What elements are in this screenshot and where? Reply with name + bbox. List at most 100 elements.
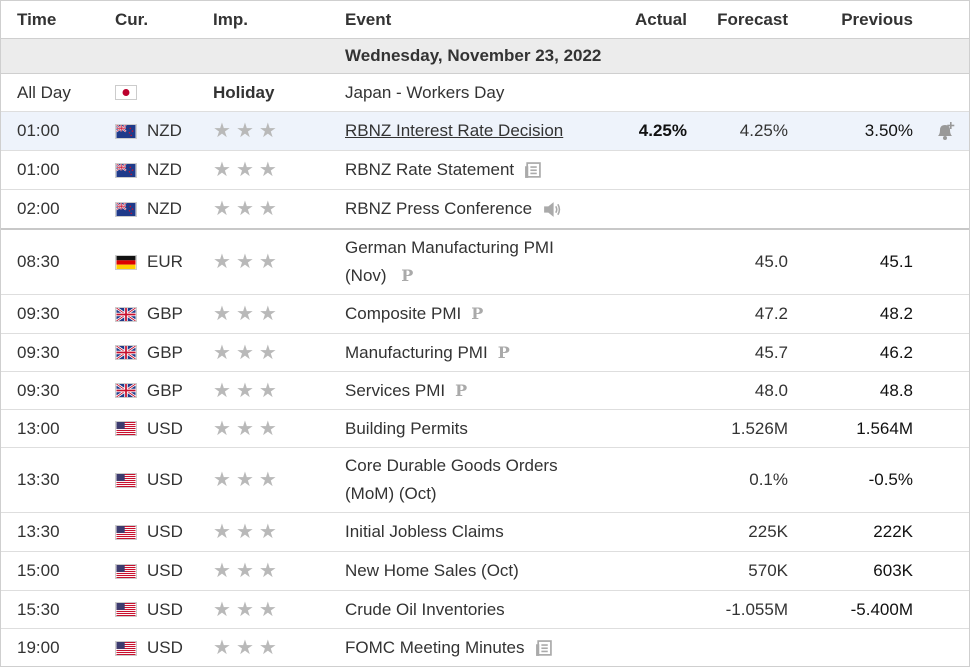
table-row[interactable]: 13:30 USD ★ ★ ★ Initial Jobless Claims 225…: [1, 513, 969, 552]
usa-flag-icon: [115, 472, 137, 488]
event-name-line2[interactable]: (MoM) (Oct): [345, 480, 615, 508]
preliminary-icon: P: [401, 266, 414, 285]
importance-stars: ★ ★ ★: [213, 112, 277, 150]
event-name[interactable]: FOMC Meeting Minutes: [345, 634, 525, 662]
event-time: 15:30: [17, 599, 60, 619]
star-icon: ★: [258, 379, 277, 402]
event-name[interactable]: Manufacturing PMI: [345, 339, 488, 367]
star-icon: ★: [213, 521, 231, 543]
holiday-row[interactable]: All Day Holiday Japan - Workers Day: [1, 74, 969, 112]
currency-code: NZD: [147, 160, 182, 179]
forecast-value: 47.2: [754, 304, 788, 323]
forecast-value: 4.25%: [739, 121, 788, 140]
star-icon: ★: [213, 341, 231, 364]
star-icon: ★: [235, 598, 254, 621]
importance-stars: ★ ★ ★: [213, 448, 277, 512]
previous-value: 603K: [873, 561, 913, 580]
event-name[interactable]: German Manufacturing PMI: [345, 234, 615, 262]
previous-value: -5.400M: [850, 599, 913, 619]
currency-code: GBP: [147, 380, 183, 400]
event-name[interactable]: Core Durable Goods Orders: [345, 452, 615, 480]
table-row[interactable]: 01:00 NZD ★ ★ ★ RBNZ Rate Statement: [1, 151, 969, 190]
report-icon: [535, 640, 552, 657]
table-row[interactable]: 02:00 NZD ★ ★ ★ RBNZ Press Conference: [1, 190, 969, 230]
star-icon: ★: [258, 251, 277, 273]
table-row[interactable]: 09:30 GBP ★ ★ ★ Services PMI P 48.0 48.8: [1, 372, 969, 410]
importance-stars: ★ ★ ★: [213, 295, 277, 333]
star-icon: ★: [235, 560, 254, 582]
star-icon: ★: [258, 120, 277, 142]
star-icon: ★: [213, 379, 231, 402]
currency-code: NZD: [147, 121, 182, 140]
event-cell: Services PMI P: [345, 372, 615, 409]
speaker-icon: [542, 201, 561, 218]
holiday-label: Holiday: [213, 82, 275, 102]
table-row[interactable]: 15:30 USD ★ ★ ★ Crude Oil Inventories -1.0…: [1, 591, 969, 629]
previous-value: 45.1: [879, 252, 913, 271]
header-currency[interactable]: Cur.: [115, 1, 148, 38]
alert-cell[interactable]: [931, 112, 961, 150]
currency-cell: NZD: [115, 112, 182, 150]
event-name[interactable]: Services PMI: [345, 377, 445, 405]
event-time: 01:00: [17, 160, 60, 179]
header-previous[interactable]: Previous: [801, 1, 913, 38]
star-icon: ★: [258, 560, 277, 582]
star-icon: ★: [213, 303, 231, 325]
uk-flag-icon: [115, 383, 137, 398]
importance-stars: ★ ★ ★: [213, 230, 277, 294]
usa-flag-icon: [115, 640, 137, 656]
preliminary-icon: P: [455, 380, 468, 400]
event-name[interactable]: RBNZ Rate Statement: [345, 156, 514, 184]
table-row[interactable]: 13:00 USD ★ ★ ★ Building Permits 1.526M 1.…: [1, 410, 969, 448]
event-time: 02:00: [17, 199, 60, 218]
forecast-value: 0.1%: [749, 470, 788, 489]
event-time: 15:00: [17, 561, 60, 580]
header-time[interactable]: Time: [17, 1, 56, 38]
currency-cell: NZD: [115, 190, 182, 228]
currency-cell: USD: [115, 629, 183, 667]
event-name[interactable]: Composite PMI: [345, 300, 461, 328]
importance-stars: ★ ★ ★: [213, 372, 277, 409]
currency-code: GBP: [147, 342, 183, 362]
forecast-value: 570K: [748, 561, 788, 580]
star-icon: ★: [213, 637, 231, 659]
event-name-line2[interactable]: (Nov): [345, 266, 387, 285]
table-row[interactable]: 13:30 USD ★ ★ ★ Core Durable Goods Orders …: [1, 448, 969, 513]
table-row[interactable]: 08:30 EUR ★ ★ ★ German Manufacturing PMI (…: [1, 230, 969, 295]
currency-cell: USD: [115, 552, 183, 590]
event-time: 13:30: [17, 470, 60, 489]
event-name[interactable]: Initial Jobless Claims: [345, 518, 504, 546]
table-row[interactable]: 09:30 GBP ★ ★ ★ Manufacturing PMI P 45.7 4…: [1, 334, 969, 372]
importance-stars: ★ ★ ★: [213, 513, 277, 551]
table-row[interactable]: 15:00 USD ★ ★ ★ New Home Sales (Oct) 570K …: [1, 552, 969, 591]
star-icon: ★: [235, 159, 254, 181]
star-icon: ★: [235, 379, 254, 402]
japan-flag-icon: [115, 85, 137, 100]
event-name[interactable]: Building Permits: [345, 415, 468, 443]
header-importance[interactable]: Imp.: [213, 1, 248, 38]
star-icon: ★: [258, 303, 277, 325]
header-actual[interactable]: Actual: [561, 1, 687, 38]
event-name[interactable]: RBNZ Press Conference: [345, 195, 532, 223]
table-row[interactable]: 19:00 USD ★ ★ ★ FOMC Meeting Minutes: [1, 629, 969, 667]
star-icon: ★: [235, 303, 254, 325]
table-row[interactable]: 09:30 GBP ★ ★ ★ Composite PMI P 47.2 48.2: [1, 295, 969, 334]
event-name[interactable]: Crude Oil Inventories: [345, 596, 505, 624]
previous-value: 48.2: [879, 304, 913, 323]
forecast-value: -1.055M: [725, 599, 788, 619]
previous-value: 48.8: [879, 380, 913, 400]
event-link[interactable]: RBNZ Interest Rate Decision: [345, 117, 563, 145]
currency-code: NZD: [147, 199, 182, 218]
importance-stars: ★ ★ ★: [213, 629, 277, 667]
event-time: 09:30: [17, 342, 60, 362]
usa-flag-icon: [115, 563, 137, 579]
header-forecast[interactable]: Forecast: [681, 1, 788, 38]
event-name[interactable]: New Home Sales (Oct): [345, 557, 519, 585]
importance-stars: ★ ★ ★: [213, 190, 277, 228]
bell-alert-icon[interactable]: [935, 121, 957, 141]
event-cell: Manufacturing PMI P: [345, 334, 615, 371]
table-row[interactable]: 01:00 NZD ★ ★ ★ RBNZ Interest Rate Decisio…: [1, 112, 969, 151]
importance-stars: ★ ★ ★: [213, 151, 277, 189]
event-cell: New Home Sales (Oct): [345, 552, 615, 590]
star-icon: ★: [258, 598, 277, 621]
